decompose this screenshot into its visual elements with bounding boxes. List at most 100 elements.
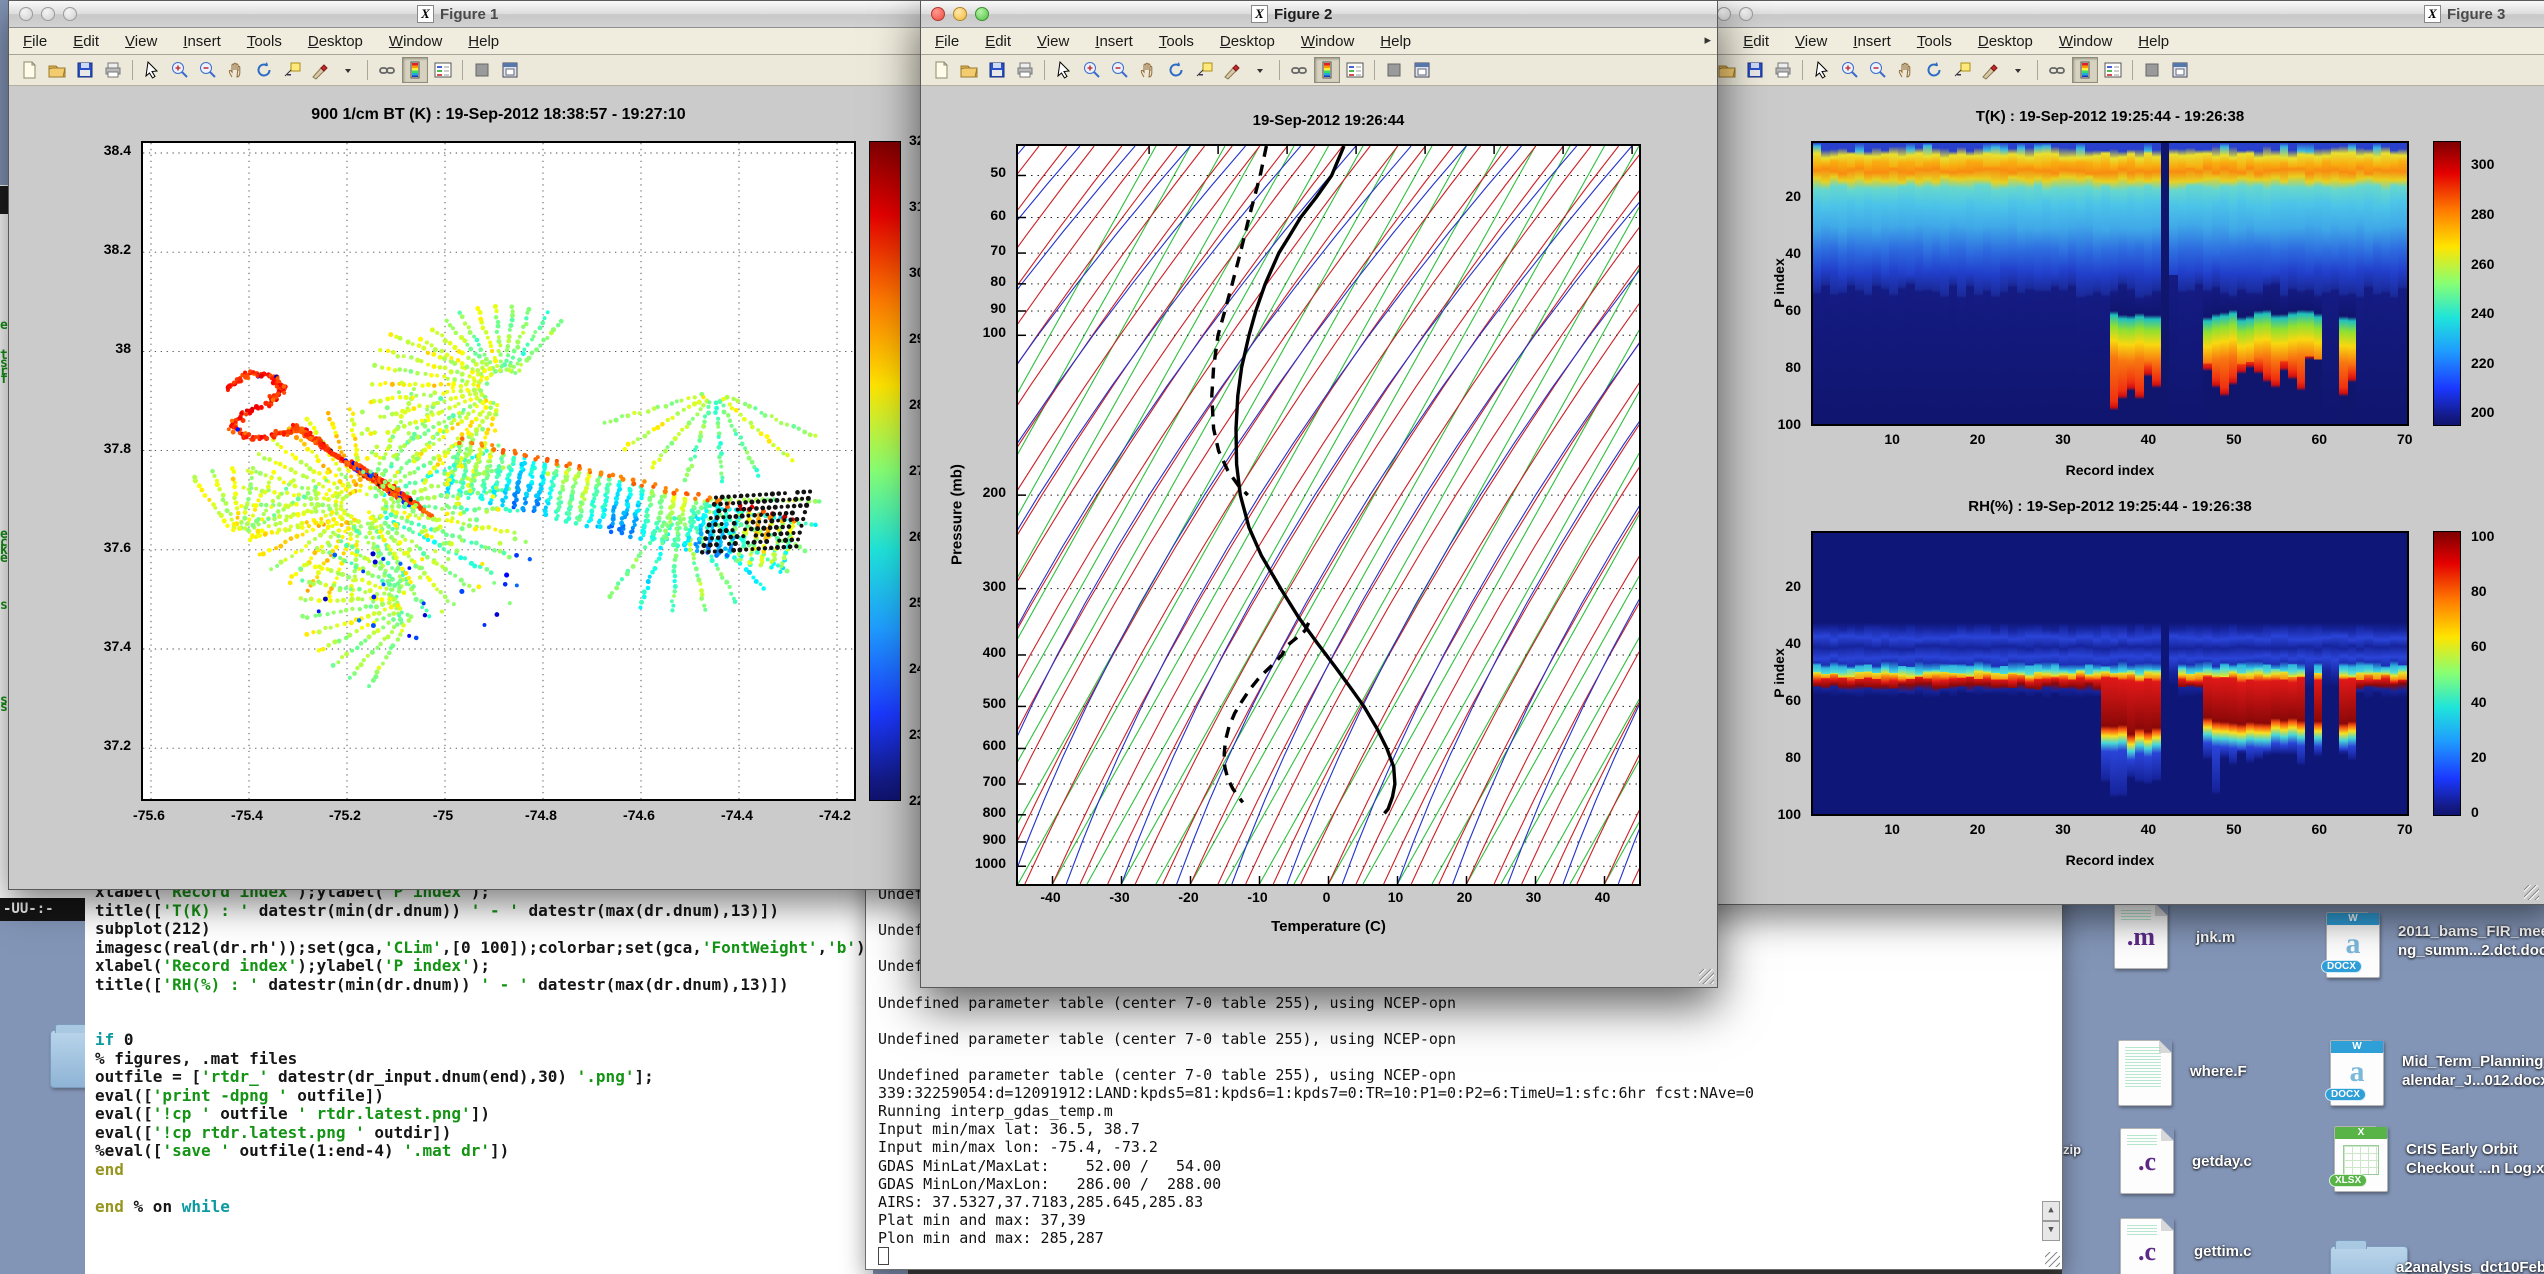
menu-desktop[interactable]: Desktop xyxy=(1978,33,2033,50)
rotate-icon[interactable] xyxy=(1163,57,1189,83)
zoomout-icon[interactable] xyxy=(1865,57,1891,83)
figure2-window-controls[interactable] xyxy=(931,7,989,21)
figure3-resize-grip[interactable] xyxy=(2524,885,2539,900)
figure1-axes[interactable] xyxy=(141,141,856,801)
print-icon[interactable] xyxy=(1770,57,1796,83)
brush-icon[interactable] xyxy=(307,57,333,83)
zoomin-icon[interactable] xyxy=(1079,57,1105,83)
hand-icon[interactable] xyxy=(1893,57,1919,83)
brush-icon[interactable] xyxy=(1977,57,2003,83)
dockwin-icon[interactable] xyxy=(2167,57,2193,83)
desktop-icon-gettim.c[interactable]: .c xyxy=(2120,1218,2174,1274)
cursor-icon[interactable] xyxy=(1809,57,1835,83)
open-icon[interactable] xyxy=(44,57,70,83)
zoom-button[interactable] xyxy=(63,7,77,21)
desktop-icon-cris-early-orbit[interactable]: XXLSX xyxy=(2334,1126,2388,1192)
zoomout-icon[interactable] xyxy=(195,57,221,83)
figure3-window[interactable]: X Figure 3 FileEditViewInsertToolsDeskto… xyxy=(1678,0,2544,905)
menu-edit[interactable]: Edit xyxy=(985,33,1011,50)
datatip-icon[interactable] xyxy=(1949,57,1975,83)
menu-tools[interactable]: Tools xyxy=(1917,33,1952,50)
legend-icon[interactable] xyxy=(430,57,456,83)
menu-help[interactable]: Help xyxy=(2138,33,2169,50)
desktop-icon-where.f[interactable] xyxy=(2118,1040,2172,1106)
desktop-icon-label[interactable]: where.F xyxy=(2190,1062,2247,1081)
docksq-icon[interactable] xyxy=(1381,57,1407,83)
save-icon[interactable] xyxy=(984,57,1010,83)
colorbar-icon[interactable] xyxy=(1314,57,1340,83)
new-icon[interactable] xyxy=(928,57,954,83)
menu-window[interactable]: Window xyxy=(1301,33,1354,50)
link-icon[interactable] xyxy=(2044,57,2070,83)
desktop-icon-getday.c[interactable]: .c xyxy=(2120,1128,2174,1194)
zoom-button[interactable] xyxy=(975,7,989,21)
temperature-heatmap[interactable] xyxy=(1811,141,2409,426)
terminal-resize-grip[interactable] xyxy=(2045,1252,2060,1267)
humidity-heatmap[interactable] xyxy=(1811,531,2409,816)
open-icon[interactable] xyxy=(956,57,982,83)
zoomin-icon[interactable] xyxy=(1837,57,1863,83)
desktop-icon-label[interactable]: Mid_Term_Planning_C alendar_J...012.docx xyxy=(2402,1052,2544,1090)
print-icon[interactable] xyxy=(1012,57,1038,83)
menu-edit[interactable]: Edit xyxy=(1743,33,1769,50)
brush-icon[interactable] xyxy=(1219,57,1245,83)
desktop-icon-label[interactable]: getday.c xyxy=(2192,1152,2252,1171)
close-button[interactable] xyxy=(931,7,945,21)
scroll-down-button[interactable]: ▼ xyxy=(2042,1221,2060,1241)
menu-help[interactable]: Help xyxy=(468,33,499,50)
desktop-icon-label[interactable]: jnk.m xyxy=(2196,928,2235,947)
menu-desktop[interactable]: Desktop xyxy=(1220,33,1275,50)
menu-tools[interactable]: Tools xyxy=(1159,33,1194,50)
new-icon[interactable] xyxy=(16,57,42,83)
link-icon[interactable] xyxy=(1286,57,1312,83)
desktop-icon-2011-bams-fir-meeti[interactable]: WaDOCX xyxy=(2326,912,2380,978)
figure1-window-controls[interactable] xyxy=(19,7,77,21)
minimize-button[interactable] xyxy=(1717,7,1731,21)
figure2-titlebar[interactable]: X Figure 2 xyxy=(921,1,1717,28)
menu-desktop[interactable]: Desktop xyxy=(308,33,363,50)
hand-icon[interactable] xyxy=(1135,57,1161,83)
figure1-window[interactable]: X Figure 1 FileEditViewInsertToolsDeskto… xyxy=(8,0,964,890)
menu-insert[interactable]: Insert xyxy=(183,33,221,50)
figure2-window[interactable]: X Figure 2 FileEditViewInsertToolsDeskto… xyxy=(920,0,1718,988)
rotate-icon[interactable] xyxy=(251,57,277,83)
datatip-icon[interactable] xyxy=(279,57,305,83)
menu-view[interactable]: View xyxy=(1795,33,1827,50)
menu-tools[interactable]: Tools xyxy=(247,33,282,50)
cursor-icon[interactable] xyxy=(1051,57,1077,83)
print-icon[interactable] xyxy=(100,57,126,83)
desktop-icon-label[interactable]: gettim.c xyxy=(2194,1242,2252,1261)
menu-window[interactable]: Window xyxy=(389,33,442,50)
menu-overflow-arrow[interactable]: ▸ xyxy=(1704,32,1711,48)
colorbar-icon[interactable] xyxy=(2072,57,2098,83)
legend-icon[interactable] xyxy=(2100,57,2126,83)
rotate-icon[interactable] xyxy=(1921,57,1947,83)
menu-insert[interactable]: Insert xyxy=(1095,33,1133,50)
caret-icon[interactable] xyxy=(2005,57,2031,83)
datatip-icon[interactable] xyxy=(1191,57,1217,83)
legend-icon[interactable] xyxy=(1342,57,1368,83)
desktop-icon-label[interactable]: 2011_bams_FIR_meeti ng_summ...2.dct.docx xyxy=(2398,922,2544,960)
close-button[interactable] xyxy=(19,7,33,21)
desktop-icon-jnk.m[interactable]: .m xyxy=(2114,903,2168,969)
dockwin-icon[interactable] xyxy=(1409,57,1435,83)
figure2-axes[interactable] xyxy=(1016,144,1641,886)
minimize-button[interactable] xyxy=(41,7,55,21)
dockwin-icon[interactable] xyxy=(497,57,523,83)
zoom-button[interactable] xyxy=(1739,7,1753,21)
zoomin-icon[interactable] xyxy=(167,57,193,83)
zoomout-icon[interactable] xyxy=(1107,57,1133,83)
caret-icon[interactable] xyxy=(1247,57,1273,83)
desktop-icon-label[interactable]: a2analysis_dct10Feb2 xyxy=(2396,1258,2544,1274)
menu-window[interactable]: Window xyxy=(2059,33,2112,50)
figure1-titlebar[interactable]: X Figure 1 xyxy=(9,1,963,28)
desktop-icon-mid-term-planning-c[interactable]: WaDOCX xyxy=(2330,1040,2384,1106)
hand-icon[interactable] xyxy=(223,57,249,83)
docksq-icon[interactable] xyxy=(469,57,495,83)
menu-insert[interactable]: Insert xyxy=(1853,33,1891,50)
caret-icon[interactable] xyxy=(335,57,361,83)
menu-file[interactable]: File xyxy=(935,33,959,50)
save-icon[interactable] xyxy=(1742,57,1768,83)
colorbar-icon[interactable] xyxy=(402,57,428,83)
cursor-icon[interactable] xyxy=(139,57,165,83)
